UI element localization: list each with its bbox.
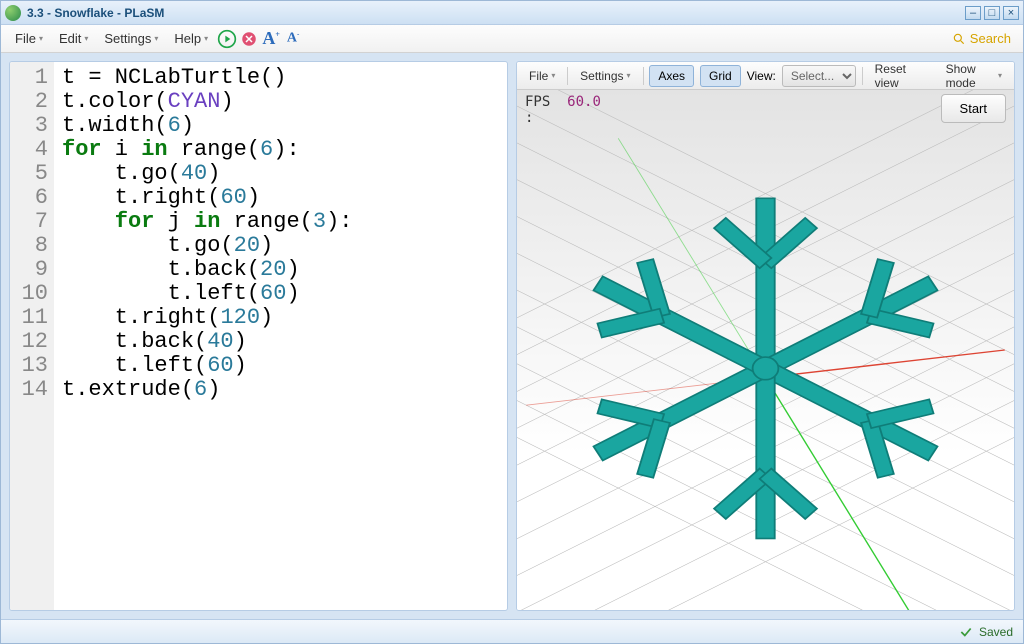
editor-panel: 1 2 3 4 5 6 7 8 9 10 11 12 13 14 t = NCL… [9,61,508,611]
minimize-button[interactable]: – [965,6,981,20]
content-area: 1 2 3 4 5 6 7 8 9 10 11 12 13 14 t = NCL… [1,53,1023,619]
separator [567,67,568,85]
menubar: File▾ Edit▾ Settings▾ Help▾ A+ A- [1,25,1023,53]
caret-icon: ▾ [39,34,43,43]
grid-toggle[interactable]: Grid [700,65,741,87]
search-icon [952,32,966,46]
caret-icon: ▾ [551,71,555,80]
code-editor[interactable]: 1 2 3 4 5 6 7 8 9 10 11 12 13 14 t = NCL… [10,62,507,610]
axes-toggle[interactable]: Axes [649,65,694,87]
reset-view-button[interactable]: Reset view [869,61,928,93]
search-button[interactable]: Search [946,31,1017,46]
menu-help[interactable]: Help▾ [166,27,216,50]
stop-button[interactable] [238,28,260,50]
caret-icon: ▾ [627,71,631,80]
cancel-icon [240,30,258,48]
menu-settings[interactable]: Settings▾ [96,27,166,50]
fps-readout: FPS 60.0: [525,94,601,126]
view-select[interactable]: Select... [782,65,856,87]
app-icon [5,5,21,21]
menu-file[interactable]: File▾ [7,27,51,50]
run-button[interactable] [216,28,238,50]
play-icon [217,29,237,49]
separator [862,67,863,85]
line-gutter: 1 2 3 4 5 6 7 8 9 10 11 12 13 14 [10,62,54,610]
font-increase-button[interactable]: A+ [260,28,282,50]
show-mode-menu[interactable]: Show mode▾ [940,61,1008,93]
caret-icon: ▾ [154,34,158,43]
titlebar: 3.3 - Snowflake - PLaSM – □ × [1,1,1023,25]
statusbar: Saved [1,619,1023,643]
font-larger-icon: A+ [262,28,280,49]
check-icon [959,625,973,639]
font-decrease-button[interactable]: A- [282,28,304,50]
caret-icon: ▾ [84,34,88,43]
menu-edit[interactable]: Edit▾ [51,27,96,50]
viewer-menu-file[interactable]: File▾ [523,66,561,86]
viewer-toolbar: File▾ Settings▾ Axes Grid View: Select..… [517,62,1014,90]
close-button[interactable]: × [1003,6,1019,20]
scene [517,90,1014,610]
viewport-3d[interactable]: FPS 60.0: Start [517,90,1014,610]
caret-icon: ▾ [204,34,208,43]
code-area[interactable]: t = NCLabTurtle() t.color(CYAN) t.width(… [54,62,507,610]
viewer-menu-settings[interactable]: Settings▾ [574,66,636,86]
viewer-panel: File▾ Settings▾ Axes Grid View: Select..… [516,61,1015,611]
status-text: Saved [979,625,1013,639]
caret-icon: ▾ [998,71,1002,80]
separator [643,67,644,85]
app-window: 3.3 - Snowflake - PLaSM – □ × File▾ Edit… [0,0,1024,644]
snowflake-model [572,198,958,538]
window-title: 3.3 - Snowflake - PLaSM [27,6,962,20]
font-smaller-icon: A- [287,30,299,47]
start-button[interactable]: Start [941,94,1006,123]
view-label: View: [747,69,776,83]
maximize-button[interactable]: □ [984,6,1000,20]
